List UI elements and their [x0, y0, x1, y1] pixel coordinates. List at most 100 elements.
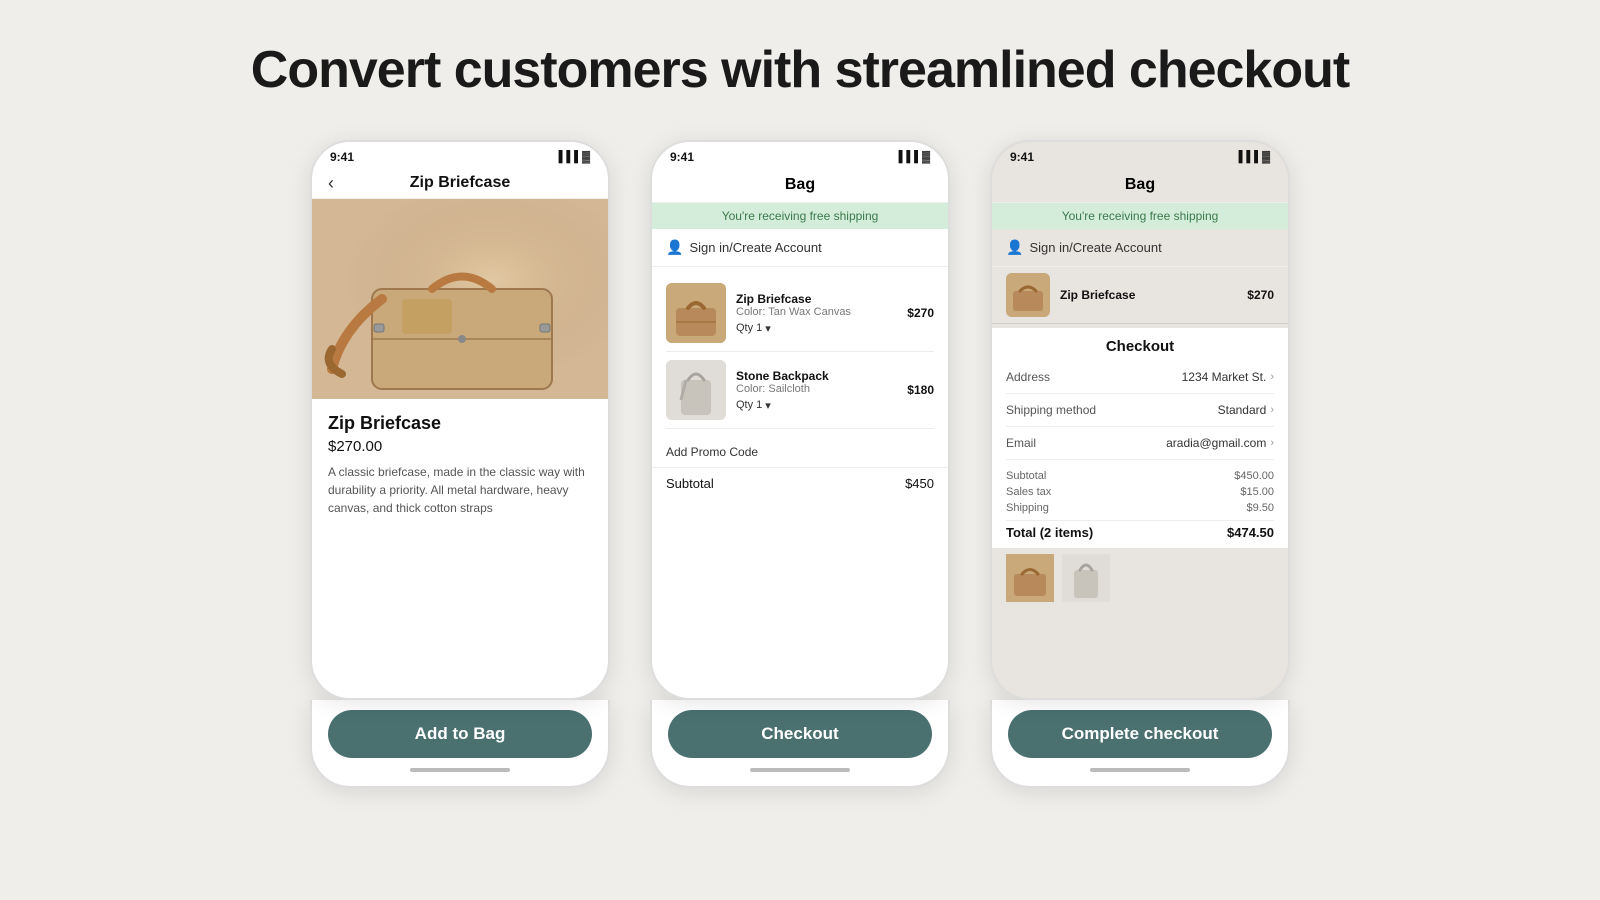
sign-in-row[interactable]: 👤 Sign in/Create Account: [652, 229, 948, 267]
subtotal-summary-value: $450.00: [1234, 470, 1274, 482]
subtotal-label: Subtotal: [666, 476, 714, 491]
cart-item-2-details: Stone Backpack Color: Sailcloth Qty 1 ▾: [736, 369, 897, 412]
phones-row: 9:41 ▐▐▐ ▓ ‹ Zip Briefcase: [310, 140, 1290, 788]
bag-header-title: Bag: [785, 176, 815, 193]
checkout-section: Checkout Address 1234 Market St. › Shipp…: [992, 328, 1288, 460]
free-shipping-banner: You're receiving free shipping: [652, 203, 948, 229]
cart-item-1-details: Zip Briefcase Color: Tan Wax Canvas Qty …: [736, 292, 897, 335]
mini-cart-item-name: Zip Briefcase: [1060, 288, 1237, 302]
product-description: A classic briefcase, made in the classic…: [328, 463, 592, 517]
thumb-img-2: [1062, 554, 1110, 602]
shipping-cost-label: Shipping: [1006, 502, 1049, 514]
phone2-status-icons: ▐▐▐ ▓: [895, 151, 930, 163]
subtotal-summary-label: Subtotal: [1006, 470, 1046, 482]
cart-item-1: Zip Briefcase Color: Tan Wax Canvas Qty …: [666, 275, 934, 352]
total-row: Total (2 items) $474.50: [1006, 520, 1274, 544]
qty-chevron-icon: ▾: [765, 322, 771, 335]
tax-summary-row: Sales tax $15.00: [1006, 484, 1274, 500]
cart-item-2-price: $180: [907, 383, 934, 397]
thumb-img-1: [1006, 554, 1054, 602]
mini-cart-item: Zip Briefcase $270: [992, 267, 1288, 324]
product-image: [312, 199, 608, 399]
phone1-wrapper: 9:41 ▐▐▐ ▓ ‹ Zip Briefcase: [310, 140, 610, 788]
phone2-time: 9:41: [670, 150, 694, 164]
cart-item-2-color: Color: Sailcloth: [736, 383, 897, 395]
subtotal-value: $450: [905, 476, 934, 491]
qty-chevron-icon: ▾: [765, 399, 771, 412]
mini-cart-item-price: $270: [1247, 288, 1274, 302]
phone3-button-area: Complete checkout: [990, 700, 1290, 788]
cart-item-1-name: Zip Briefcase: [736, 292, 897, 306]
mini-cart-item-details: Zip Briefcase: [1060, 288, 1237, 302]
cart-item-2: Stone Backpack Color: Sailcloth Qty 1 ▾ …: [666, 352, 934, 429]
add-to-bag-button[interactable]: Add to Bag: [328, 710, 592, 758]
product-price: $270.00: [328, 438, 592, 455]
phone1-status-bar: 9:41 ▐▐▐ ▓: [312, 142, 608, 168]
cart-item-1-image: [666, 283, 726, 343]
phone2-button-area: Checkout: [650, 700, 950, 788]
thumbnails-row: [992, 548, 1288, 602]
promo-row[interactable]: Add Promo Code: [652, 437, 948, 468]
cart-item-1-color: Color: Tan Wax Canvas: [736, 306, 897, 318]
phone3-header: Bag: [992, 168, 1288, 203]
tax-value: $15.00: [1240, 486, 1274, 498]
address-value: 1234 Market St. ›: [1182, 370, 1274, 384]
product-info: Zip Briefcase $270.00 A classic briefcas…: [312, 399, 608, 698]
cart-item-1-price: $270: [907, 306, 934, 320]
mini-cart-item-image: [1006, 273, 1050, 317]
page-title: Convert customers with streamlined check…: [251, 40, 1349, 100]
phone3-status-icons: ▐▐▐ ▓: [1235, 151, 1270, 163]
phone1-status-icons: ▐▐▐ ▓: [555, 151, 590, 163]
complete-checkout-button[interactable]: Complete checkout: [1008, 710, 1272, 758]
shipping-method-value: Standard ›: [1218, 403, 1274, 417]
signal-icon: ▐▐▐: [895, 151, 918, 163]
free-shipping-banner-3: You're receiving free shipping: [992, 203, 1288, 229]
sign-in-label: Sign in/Create Account: [689, 240, 821, 255]
user-icon-3: 👤: [1006, 239, 1023, 256]
phone1-nav: ‹ Zip Briefcase: [312, 168, 608, 199]
phone3-wrapper: 9:41 ▐▐▐ ▓ Bag You're receiving free shi…: [990, 140, 1290, 788]
phone2-home-indicator: [750, 768, 850, 772]
cart-item-1-qty[interactable]: Qty 1 ▾: [736, 322, 897, 335]
phone3-shell: 9:41 ▐▐▐ ▓ Bag You're receiving free shi…: [990, 140, 1290, 700]
phone1-home-indicator: [410, 768, 510, 772]
phone2-header: Bag: [652, 168, 948, 203]
sign-in-row-3[interactable]: 👤 Sign in/Create Account: [992, 229, 1288, 267]
email-value: aradia@gmail.com ›: [1166, 436, 1274, 450]
promo-label: Add Promo Code: [666, 445, 758, 459]
phone3-status-bar: 9:41 ▐▐▐ ▓: [992, 142, 1288, 168]
battery-icon: ▓: [1262, 151, 1270, 163]
cart-items: Zip Briefcase Color: Tan Wax Canvas Qty …: [652, 267, 948, 437]
phone2-status-bar: 9:41 ▐▐▐ ▓: [652, 142, 948, 168]
phone3-time: 9:41: [1010, 150, 1034, 164]
product-name: Zip Briefcase: [328, 413, 592, 434]
email-chevron-icon: ›: [1270, 437, 1274, 449]
address-chevron-icon: ›: [1270, 371, 1274, 383]
cart-item-2-qty[interactable]: Qty 1 ▾: [736, 399, 897, 412]
cart-item-2-image: [666, 360, 726, 420]
phone3-home-indicator: [1090, 768, 1190, 772]
back-button[interactable]: ‹: [328, 173, 334, 194]
phone2-shell: 9:41 ▐▐▐ ▓ Bag You're receiving free shi…: [650, 140, 950, 700]
shipping-method-row[interactable]: Shipping method Standard ›: [1006, 394, 1274, 427]
email-row[interactable]: Email aradia@gmail.com ›: [1006, 427, 1274, 460]
email-label: Email: [1006, 436, 1036, 450]
sign-in-label-3: Sign in/Create Account: [1029, 240, 1161, 255]
checkout-button[interactable]: Checkout: [668, 710, 932, 758]
shipping-cost-value: $9.50: [1246, 502, 1274, 514]
total-label: Total (2 items): [1006, 525, 1093, 540]
signal-icon: ▐▐▐: [555, 151, 578, 163]
address-label: Address: [1006, 370, 1050, 384]
phone1-button-area: Add to Bag: [310, 700, 610, 788]
summary-section: Subtotal $450.00 Sales tax $15.00 Shippi…: [992, 460, 1288, 548]
phone1-shell: 9:41 ▐▐▐ ▓ ‹ Zip Briefcase: [310, 140, 610, 700]
total-value: $474.50: [1227, 525, 1274, 540]
shipping-method-label: Shipping method: [1006, 403, 1096, 417]
address-row[interactable]: Address 1234 Market St. ›: [1006, 361, 1274, 394]
signal-icon: ▐▐▐: [1235, 151, 1258, 163]
phone1-time: 9:41: [330, 150, 354, 164]
subtotal-row: Subtotal $450: [652, 468, 948, 499]
battery-icon: ▓: [582, 151, 590, 163]
phone2-wrapper: 9:41 ▐▐▐ ▓ Bag You're receiving free shi…: [650, 140, 950, 788]
cart-item-2-name: Stone Backpack: [736, 369, 897, 383]
